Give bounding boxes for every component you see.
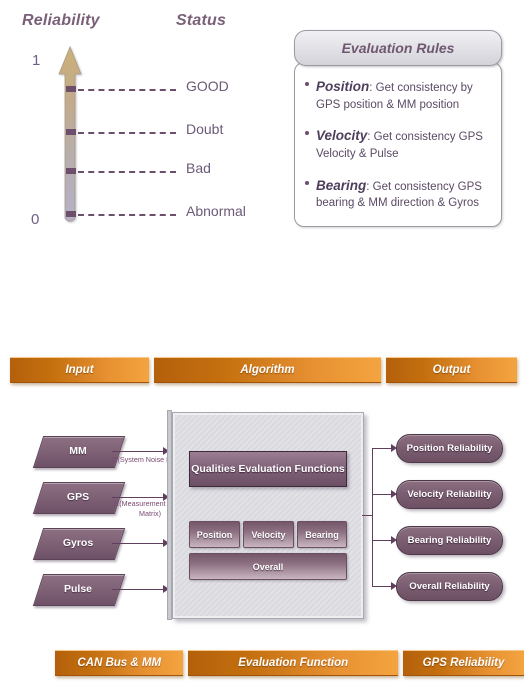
reliability-scale-panel: Reliability Status 1 0 GOOD Doubt Bad Ab… bbox=[0, 0, 290, 250]
scale-max-value: 1 bbox=[32, 52, 41, 69]
status-column-title: Status bbox=[176, 12, 227, 29]
output-overall-reliability: Overall Reliability bbox=[396, 572, 503, 601]
band-cell-gps-reliability: GPS Reliability bbox=[403, 650, 524, 676]
connector-mm bbox=[112, 451, 164, 452]
tick-row-good: GOOD bbox=[66, 78, 286, 96]
evaluation-rules-title: Evaluation Rules bbox=[341, 40, 455, 56]
rule-keyword-bearing: Bearing bbox=[316, 177, 367, 193]
scale-min-value: 0 bbox=[31, 211, 40, 228]
input-node-pulse: Pulse bbox=[32, 574, 126, 606]
input-node-gyros: Gyros bbox=[32, 528, 126, 560]
rule-item-bearing: Bearing: Get consistency GPS bearing & M… bbox=[305, 176, 491, 212]
band-cell-evaluation-function: Evaluation Function bbox=[188, 650, 399, 676]
output-bearing-reliability: Bearing Reliability bbox=[396, 526, 503, 555]
tick-dash-line bbox=[78, 132, 176, 134]
status-label-abnormal: Abnormal bbox=[186, 203, 246, 219]
connector-pulse bbox=[112, 589, 164, 590]
tick-stub bbox=[66, 211, 76, 217]
tick-dash-line bbox=[78, 171, 176, 173]
tick-dash-line bbox=[78, 89, 176, 91]
tick-dash-line bbox=[78, 214, 176, 216]
algorithm-panel: Qualities Evaluation Functions Position … bbox=[167, 410, 364, 620]
sub-box-overall: Overall bbox=[189, 553, 347, 580]
status-label-bad: Bad bbox=[186, 160, 211, 176]
bullet-icon bbox=[305, 180, 309, 185]
rule-item-position: Position: Get consistency by GPS positio… bbox=[305, 77, 491, 113]
sub-box-velocity: Velocity bbox=[243, 521, 294, 548]
evaluation-rules-card: Evaluation Rules Position: Get consisten… bbox=[294, 30, 502, 228]
qualities-evaluation-functions-box: Qualities Evaluation Functions bbox=[189, 451, 347, 487]
tick-stub bbox=[66, 129, 76, 135]
flow-diagram: MM GPS Gyros Pulse Q(System Noise Matrix… bbox=[0, 400, 524, 630]
rule-keyword-position: Position bbox=[316, 79, 370, 94]
reliability-column-title: Reliability bbox=[22, 12, 100, 29]
band-cell-input: Input bbox=[10, 357, 149, 383]
connector-bus bbox=[372, 448, 373, 587]
connector-to-bearing bbox=[372, 540, 392, 541]
connector-gps bbox=[112, 497, 164, 498]
rule-keyword-velocity: Velocity bbox=[316, 128, 368, 144]
status-label-good: GOOD bbox=[186, 78, 229, 94]
sub-box-bearing: Bearing bbox=[297, 521, 347, 548]
input-label-gyros: Gyros bbox=[62, 537, 94, 549]
tick-stub bbox=[66, 86, 76, 92]
tick-row-doubt: Doubt bbox=[66, 121, 286, 139]
bottom-stage-band: CAN Bus & MM Evaluation Function GPS Rel… bbox=[0, 650, 524, 676]
sub-box-position: Position bbox=[189, 521, 240, 548]
band-cell-can-bus-mm: CAN Bus & MM bbox=[55, 650, 184, 676]
output-position-reliability: Position Reliability bbox=[396, 434, 503, 463]
top-stage-band: Input Algorithm Output bbox=[0, 357, 524, 383]
evaluation-rules-header: Evaluation Rules bbox=[294, 30, 502, 66]
connector-trunk bbox=[362, 515, 372, 516]
bullet-icon bbox=[305, 131, 309, 136]
band-cell-algorithm: Algorithm bbox=[154, 357, 381, 383]
connector-gyros bbox=[112, 543, 164, 544]
bullet-icon bbox=[305, 82, 309, 86]
rule-item-velocity: Velocity: Get consistency GPS Velocity &… bbox=[305, 126, 491, 162]
connector-to-position bbox=[372, 448, 392, 449]
connector-to-overall bbox=[372, 586, 392, 587]
tick-row-bad: Bad bbox=[66, 160, 286, 178]
tick-row-abnormal: Abnormal bbox=[66, 203, 286, 221]
status-label-doubt: Doubt bbox=[186, 121, 224, 137]
output-velocity-reliability: Velocity Reliability bbox=[396, 480, 503, 509]
input-label-pulse: Pulse bbox=[63, 583, 92, 595]
band-cell-output: Output bbox=[386, 357, 517, 383]
connector-to-velocity bbox=[372, 494, 392, 495]
evaluation-rules-body: Position: Get consistency by GPS positio… bbox=[294, 62, 502, 228]
tick-stub bbox=[66, 168, 76, 174]
